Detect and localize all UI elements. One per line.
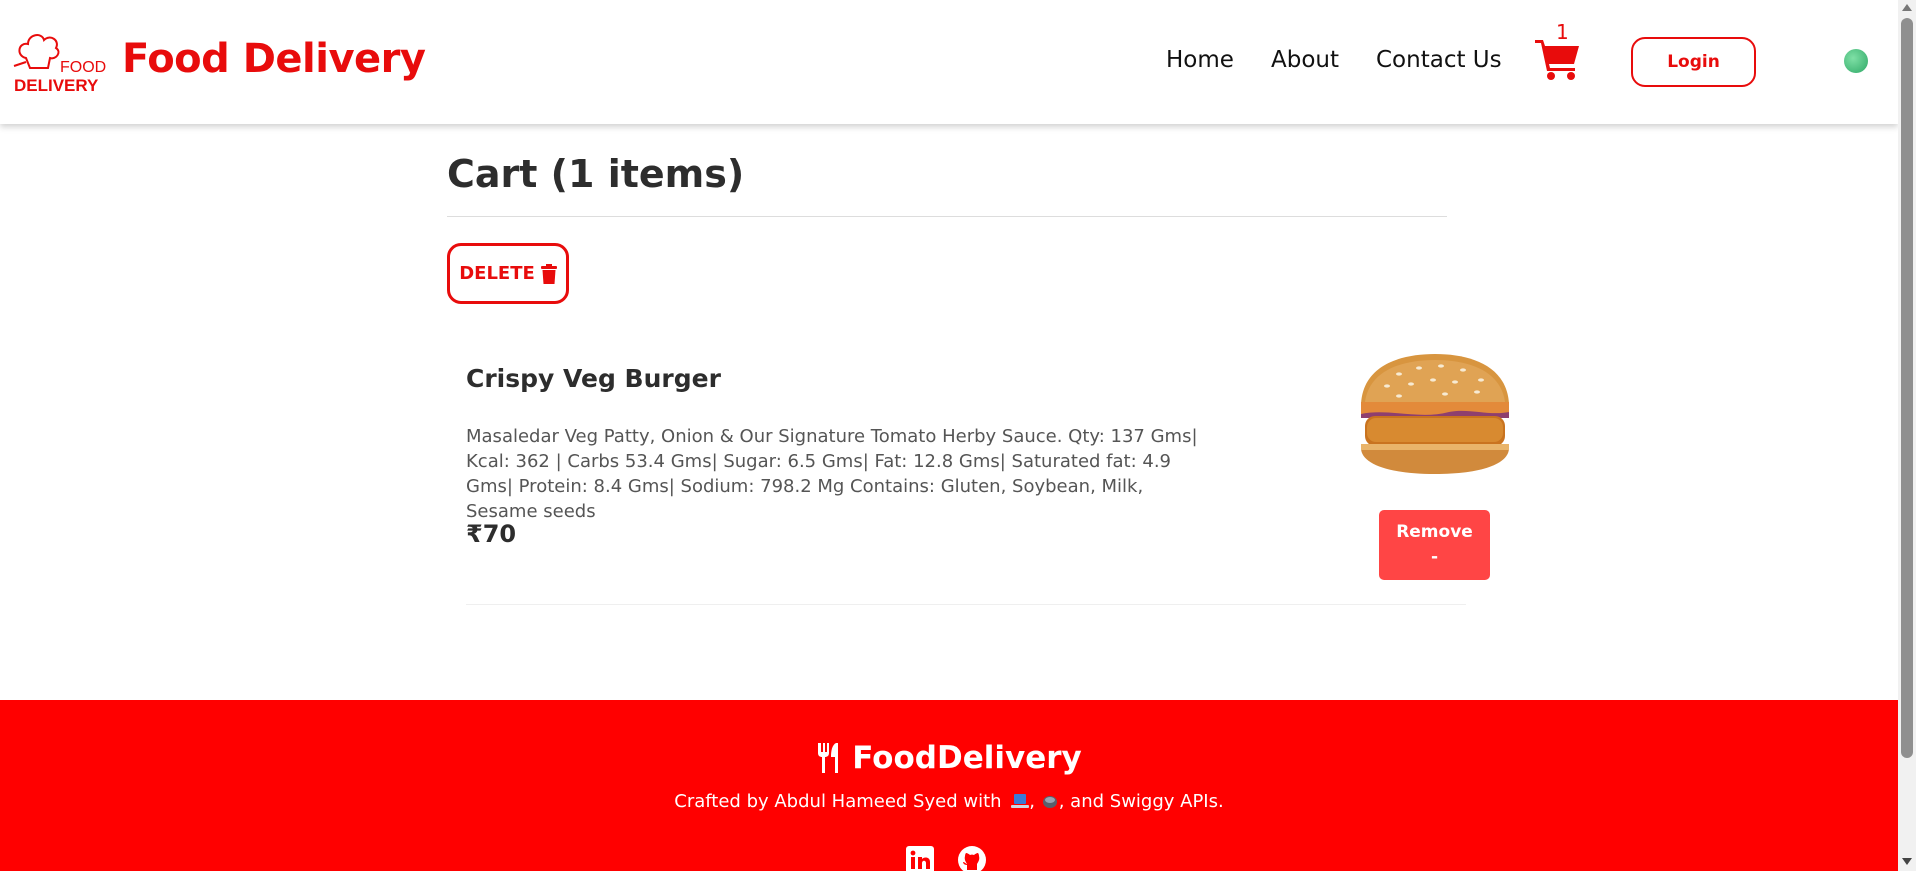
scrollbar-thumb[interactable] xyxy=(1901,18,1913,758)
scroll-up-arrow-icon[interactable] xyxy=(1902,4,1912,11)
item-price: ₹70 xyxy=(466,520,517,548)
item-name: Crispy Veg Burger xyxy=(466,364,721,393)
footer-brand[interactable]: FoodDelivery xyxy=(0,740,1898,776)
trash-icon xyxy=(540,263,557,284)
brand-title[interactable]: Food Delivery xyxy=(122,36,426,82)
credit-suffix: , and Swiggy APIs. xyxy=(1058,791,1224,812)
burger-image xyxy=(1359,352,1511,480)
logo-text-delivery: DELIVERY xyxy=(14,76,99,95)
nav-contact-us[interactable]: Contact Us xyxy=(1376,47,1502,73)
footer: FoodDelivery Crafted by Abdul Hameed Sye… xyxy=(0,700,1898,871)
cart-link[interactable]: 1 xyxy=(1535,20,1585,82)
chef-logo-icon: FOOD DELIVERY xyxy=(13,34,106,95)
coffee-icon xyxy=(1042,796,1057,808)
nav-home[interactable]: Home xyxy=(1166,47,1234,73)
laptop-icon xyxy=(1011,794,1030,808)
github-icon[interactable] xyxy=(958,846,986,871)
nav-about[interactable]: About xyxy=(1271,47,1339,73)
online-status-indicator xyxy=(1844,49,1868,73)
remove-item-button[interactable]: Remove - xyxy=(1379,510,1490,580)
footer-credit: Crafted by Abdul Hameed Syed with , , an… xyxy=(674,791,1224,812)
scroll-down-arrow-icon[interactable] xyxy=(1902,858,1912,865)
linkedin-icon[interactable] xyxy=(906,846,934,871)
divider xyxy=(447,216,1447,217)
logo-text-food: FOOD xyxy=(60,59,106,76)
site-logo[interactable]: FOOD DELIVERY xyxy=(12,26,110,96)
login-button[interactable]: Login xyxy=(1631,37,1756,87)
clear-cart-button[interactable]: DELETE xyxy=(447,243,569,304)
shopping-cart-icon xyxy=(1535,40,1579,80)
footer-brand-text: FoodDelivery xyxy=(852,740,1082,776)
header: FOOD DELIVERY Food Delivery Home About C… xyxy=(0,0,1898,124)
fork-knife-icon xyxy=(818,743,839,773)
delete-button-label: DELETE xyxy=(459,263,535,284)
cart-item: Crispy Veg Burger Masaledar Veg Patty, O… xyxy=(466,340,1511,605)
item-description: Masaledar Veg Patty, Onion & Our Signatu… xyxy=(466,426,1198,522)
page-title: Cart (1 items) xyxy=(447,152,745,196)
remove-button-symbol: - xyxy=(1430,547,1439,567)
credit-prefix: Crafted by Abdul Hameed Syed with xyxy=(674,791,1002,812)
remove-button-label: Remove xyxy=(1396,522,1473,542)
scrollbar[interactable] xyxy=(1898,0,1916,871)
